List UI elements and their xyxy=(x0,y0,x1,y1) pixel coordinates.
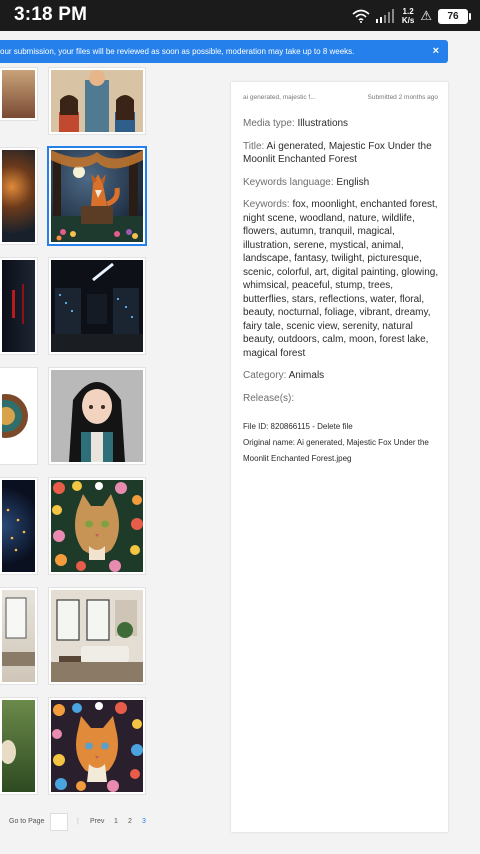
page-link-3-current[interactable]: 3 xyxy=(142,818,146,825)
thumbnail-forest-lake[interactable] xyxy=(0,148,37,244)
notice-text: our submission, your files will be revie… xyxy=(0,47,355,56)
clock: 3:18 PM xyxy=(14,4,88,25)
keywords-value: fox, moonlight, enchanted forest, night … xyxy=(243,199,439,359)
pagination: Go to Page | Prev 1 2 3 xyxy=(0,813,160,831)
moderation-notice: our submission, your files will be revie… xyxy=(0,40,448,63)
thumbnail-floral-cat-2[interactable] xyxy=(49,698,145,794)
thumbnail-glowing-globe[interactable] xyxy=(0,478,37,574)
category-value: Animals xyxy=(288,370,325,381)
thumbnail-floral-cat[interactable] xyxy=(49,478,145,574)
keywords-language-value: English xyxy=(336,176,370,188)
wifi-icon xyxy=(352,9,370,23)
media-type-value: Illustrations xyxy=(297,118,349,129)
release-label: Release(s): xyxy=(243,392,295,404)
keywords-language-row: Keywords language: English xyxy=(243,176,441,190)
title-row: Title: Ai generated, Majestic Fox Under … xyxy=(243,140,441,167)
keywords-label: Keywords: xyxy=(243,199,290,210)
goto-page-label: Go to Page xyxy=(9,818,45,825)
close-icon[interactable]: × xyxy=(433,40,439,63)
warning-icon: ⚠ xyxy=(420,8,432,23)
pager-divider: | xyxy=(77,818,79,825)
file-details-panel: ai generated, majestic f... Submitted 2 … xyxy=(231,82,448,832)
goto-page-input[interactable] xyxy=(50,813,68,831)
network-speed: 1.2 K/s xyxy=(401,7,415,25)
page-link-2[interactable]: 2 xyxy=(128,818,132,825)
title-label: Title: xyxy=(243,140,265,152)
page-link-1[interactable]: 1 xyxy=(114,818,118,825)
signal-icon xyxy=(375,9,394,23)
thumbnail-animal-forest[interactable] xyxy=(0,698,37,794)
thumbnail-server-room-red[interactable] xyxy=(0,258,37,354)
prev-page-link[interactable]: Prev xyxy=(90,818,104,825)
category-row: Category: Animals xyxy=(243,369,441,383)
file-name-short: ai generated, majestic f... xyxy=(243,94,316,101)
thumbnail-majestic-fox[interactable] xyxy=(49,148,145,244)
battery-icon: 76 xyxy=(438,8,471,24)
media-type-row: Media type: Illustrations xyxy=(243,117,441,131)
thumbnail-living-room[interactable] xyxy=(49,588,145,684)
status-icons: 1.2 K/s ⚠ 76 xyxy=(352,5,471,27)
submitted-date: Submitted 2 months ago xyxy=(367,94,438,101)
thumbnail-grid xyxy=(0,68,150,802)
status-bar: 3:18 PM 1.2 K/s ⚠ 76 xyxy=(0,0,480,31)
thumbnail-family-cartoon-left[interactable] xyxy=(0,68,37,120)
category-label: Category: xyxy=(243,370,287,381)
thumbnail-ornament-circle[interactable] xyxy=(0,368,37,464)
keywords-language-label: Keywords language: xyxy=(243,176,334,188)
keywords-row: Keywords: fox, moonlight, enchanted fore… xyxy=(243,198,441,360)
file-id[interactable]: File ID: 820866115 - Delete file xyxy=(243,419,441,435)
media-type-label: Media type: xyxy=(243,118,295,129)
original-name: Original name: Ai generated, Majestic Fo… xyxy=(243,438,429,463)
title-value: Ai generated, Majestic Fox Under the Moo… xyxy=(243,140,432,166)
thumbnail-anime-girl[interactable] xyxy=(49,368,145,464)
thumbnail-server-room[interactable] xyxy=(49,258,145,354)
release-row: Release(s): xyxy=(243,392,441,406)
file-meta: File ID: 820866115 - Delete file Origina… xyxy=(243,419,441,467)
thumbnail-living-room-left[interactable] xyxy=(0,588,37,684)
details-body: Media type: Illustrations Title: Ai gene… xyxy=(243,117,441,467)
thumbnail-family-cartoon[interactable] xyxy=(49,68,145,134)
